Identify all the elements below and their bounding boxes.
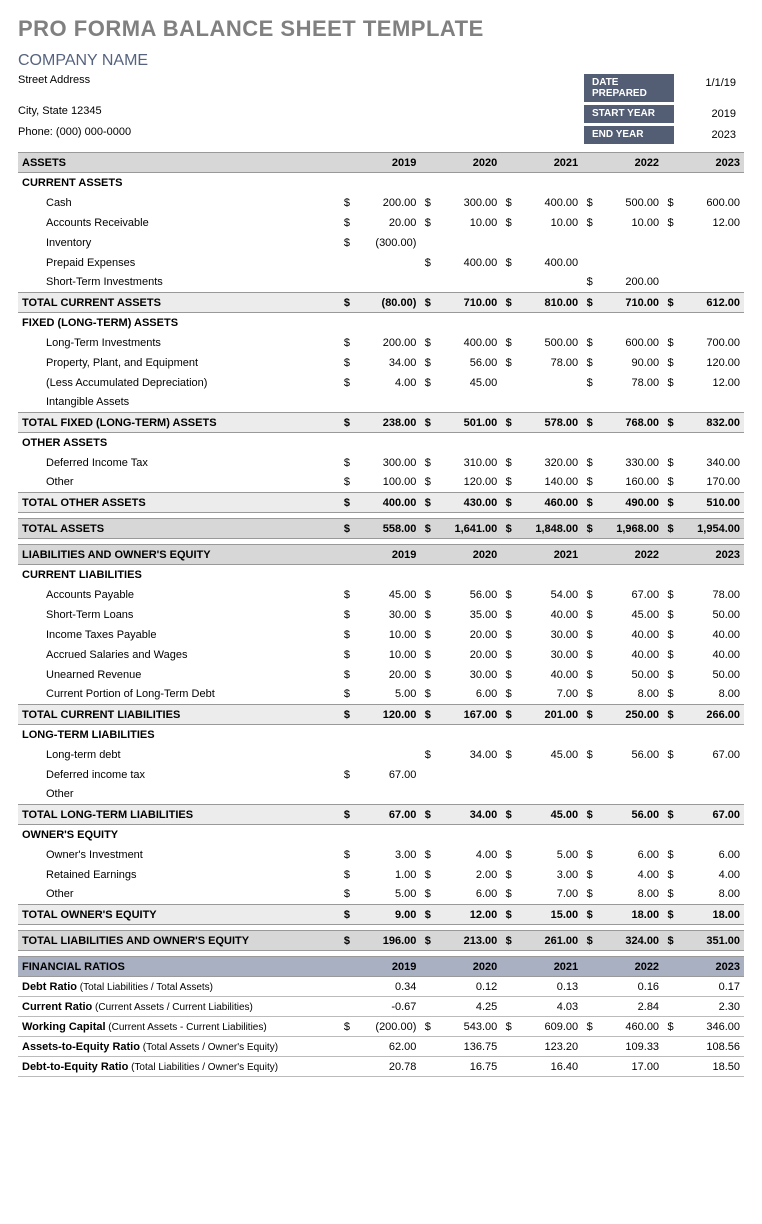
row-label: TOTAL ASSETS [18, 519, 340, 539]
date-prepared-label: DATE PREPARED [584, 74, 674, 102]
subsection-header: CURRENT LIABILITIES [18, 565, 744, 585]
subtotal-row: TOTAL CURRENT LIABILITIES$120.00$167.00$… [18, 705, 744, 725]
row-label: Other [18, 885, 340, 905]
subtotal-row: TOTAL FIXED (LONG-TERM) ASSETS$238.00$50… [18, 413, 744, 433]
row-label: TOTAL OTHER ASSETS [18, 493, 340, 513]
row-label: Accounts Receivable [18, 213, 340, 233]
row-label: Retained Earnings [18, 865, 340, 885]
addr-line1: Street Address [18, 74, 90, 102]
row-label: Current Portion of Long-Term Debt [18, 685, 340, 705]
ratio-row: Debt Ratio (Total Liabilities / Total As… [18, 977, 744, 997]
subsection-header: CURRENT ASSETS [18, 173, 744, 193]
line-item: Owner's Investment$3.00$4.00$5.00$6.00$6… [18, 845, 744, 865]
start-year-value: 2019 [674, 105, 744, 123]
line-item: Unearned Revenue$20.00$30.00$40.00$50.00… [18, 665, 744, 685]
row-label: Inventory [18, 233, 340, 253]
balance-sheet-table: ASSETS20192020202120222023CURRENT ASSETS… [18, 152, 744, 1077]
row-label: TOTAL CURRENT ASSETS [18, 293, 340, 313]
line-item: Current Portion of Long-Term Debt$5.00$6… [18, 685, 744, 705]
row-label: Deferred Income Tax [18, 453, 340, 473]
line-item: Intangible Assets [18, 393, 744, 413]
line-item: Accounts Payable$45.00$56.00$54.00$67.00… [18, 585, 744, 605]
row-label: Accounts Payable [18, 585, 340, 605]
company-name: COMPANY NAME [18, 52, 744, 70]
doc-title: PRO FORMA BALANCE SHEET TEMPLATE [18, 16, 744, 42]
line-item: Accrued Salaries and Wages$10.00$20.00$3… [18, 645, 744, 665]
row-label: Property, Plant, and Equipment [18, 353, 340, 373]
financial-ratios-header: FINANCIAL RATIOS20192020202120222023 [18, 957, 744, 977]
end-year-value: 2023 [674, 126, 744, 144]
row-label: Income Taxes Payable [18, 625, 340, 645]
total-assets-row: TOTAL ASSETS$558.00$1,641.00$1,848.00$1,… [18, 519, 744, 539]
subtotal-row: TOTAL CURRENT ASSETS$(80.00)$710.00$810.… [18, 293, 744, 313]
line-item: Short-Term Loans$30.00$35.00$40.00$45.00… [18, 605, 744, 625]
row-label: TOTAL OWNER'S EQUITY [18, 905, 340, 925]
row-label: Other [18, 473, 340, 493]
line-item: Other [18, 785, 744, 805]
subsection-header: LONG-TERM LIABILITIES [18, 725, 744, 745]
row-label: Long-Term Investments [18, 333, 340, 353]
liabilities-header: LIABILITIES AND OWNER'S EQUITY2019202020… [18, 545, 744, 565]
line-item: Property, Plant, and Equipment$34.00$56.… [18, 353, 744, 373]
phone: Phone: (000) 000-0000 [18, 126, 131, 144]
addr-line2: City, State 12345 [18, 105, 102, 123]
subsection-header: OWNER'S EQUITY [18, 825, 744, 845]
row-label: TOTAL LIABILITIES AND OWNER'S EQUITY [18, 931, 340, 951]
row-label: Cash [18, 193, 340, 213]
assets-header: ASSETS20192020202120222023 [18, 153, 744, 173]
line-item: Cash$200.00$300.00$400.00$500.00$600.00 [18, 193, 744, 213]
line-item: Long-term debt$34.00$45.00$56.00$67.00 [18, 745, 744, 765]
line-item: Long-Term Investments$200.00$400.00$500.… [18, 333, 744, 353]
line-item: Deferred Income Tax$300.00$310.00$320.00… [18, 453, 744, 473]
line-item: Prepaid Expenses$400.00$400.00 [18, 253, 744, 273]
subtotal-row: TOTAL LONG-TERM LIABILITIES$67.00$34.00$… [18, 805, 744, 825]
total-liab-equity-row: TOTAL LIABILITIES AND OWNER'S EQUITY$196… [18, 931, 744, 951]
row-label: TOTAL CURRENT LIABILITIES [18, 705, 340, 725]
row-label: Other [18, 785, 340, 805]
row-label: Prepaid Expenses [18, 253, 340, 273]
ratio-row: Assets-to-Equity Ratio (Total Assets / O… [18, 1037, 744, 1057]
row-label: Long-term debt [18, 745, 340, 765]
ratio-row: Debt-to-Equity Ratio (Total Liabilities … [18, 1057, 744, 1077]
subsection-header: FIXED (LONG-TERM) ASSETS [18, 313, 744, 333]
line-item: Other$100.00$120.00$140.00$160.00$170.00 [18, 473, 744, 493]
subtotal-row: TOTAL OTHER ASSETS$400.00$430.00$460.00$… [18, 493, 744, 513]
row-label: Intangible Assets [18, 393, 340, 413]
row-label: Accrued Salaries and Wages [18, 645, 340, 665]
row-label: Short-Term Investments [18, 273, 340, 293]
row-label: TOTAL LONG-TERM LIABILITIES [18, 805, 340, 825]
row-label: (Less Accumulated Depreciation) [18, 373, 340, 393]
end-year-label: END YEAR [584, 126, 674, 144]
subsection-header: OTHER ASSETS [18, 433, 744, 453]
line-item: (Less Accumulated Depreciation)$4.00$45.… [18, 373, 744, 393]
line-item: Accounts Receivable$20.00$10.00$10.00$10… [18, 213, 744, 233]
row-label: Owner's Investment [18, 845, 340, 865]
line-item: Inventory$(300.00) [18, 233, 744, 253]
row-label: Deferred income tax [18, 765, 340, 785]
subtotal-row: TOTAL OWNER'S EQUITY$9.00$12.00$15.00$18… [18, 905, 744, 925]
line-item: Short-Term Investments$200.00 [18, 273, 744, 293]
row-label: TOTAL FIXED (LONG-TERM) ASSETS [18, 413, 340, 433]
start-year-label: START YEAR [584, 105, 674, 123]
row-label: Unearned Revenue [18, 665, 340, 685]
line-item: Other$5.00$6.00$7.00$8.00$8.00 [18, 885, 744, 905]
line-item: Income Taxes Payable$10.00$20.00$30.00$4… [18, 625, 744, 645]
date-prepared-value: 1/1/19 [674, 74, 744, 102]
ratio-row: Working Capital (Current Assets - Curren… [18, 1017, 744, 1037]
row-label: Short-Term Loans [18, 605, 340, 625]
ratio-row: Current Ratio (Current Assets / Current … [18, 997, 744, 1017]
line-item: Retained Earnings$1.00$2.00$3.00$4.00$4.… [18, 865, 744, 885]
line-item: Deferred income tax$67.00 [18, 765, 744, 785]
